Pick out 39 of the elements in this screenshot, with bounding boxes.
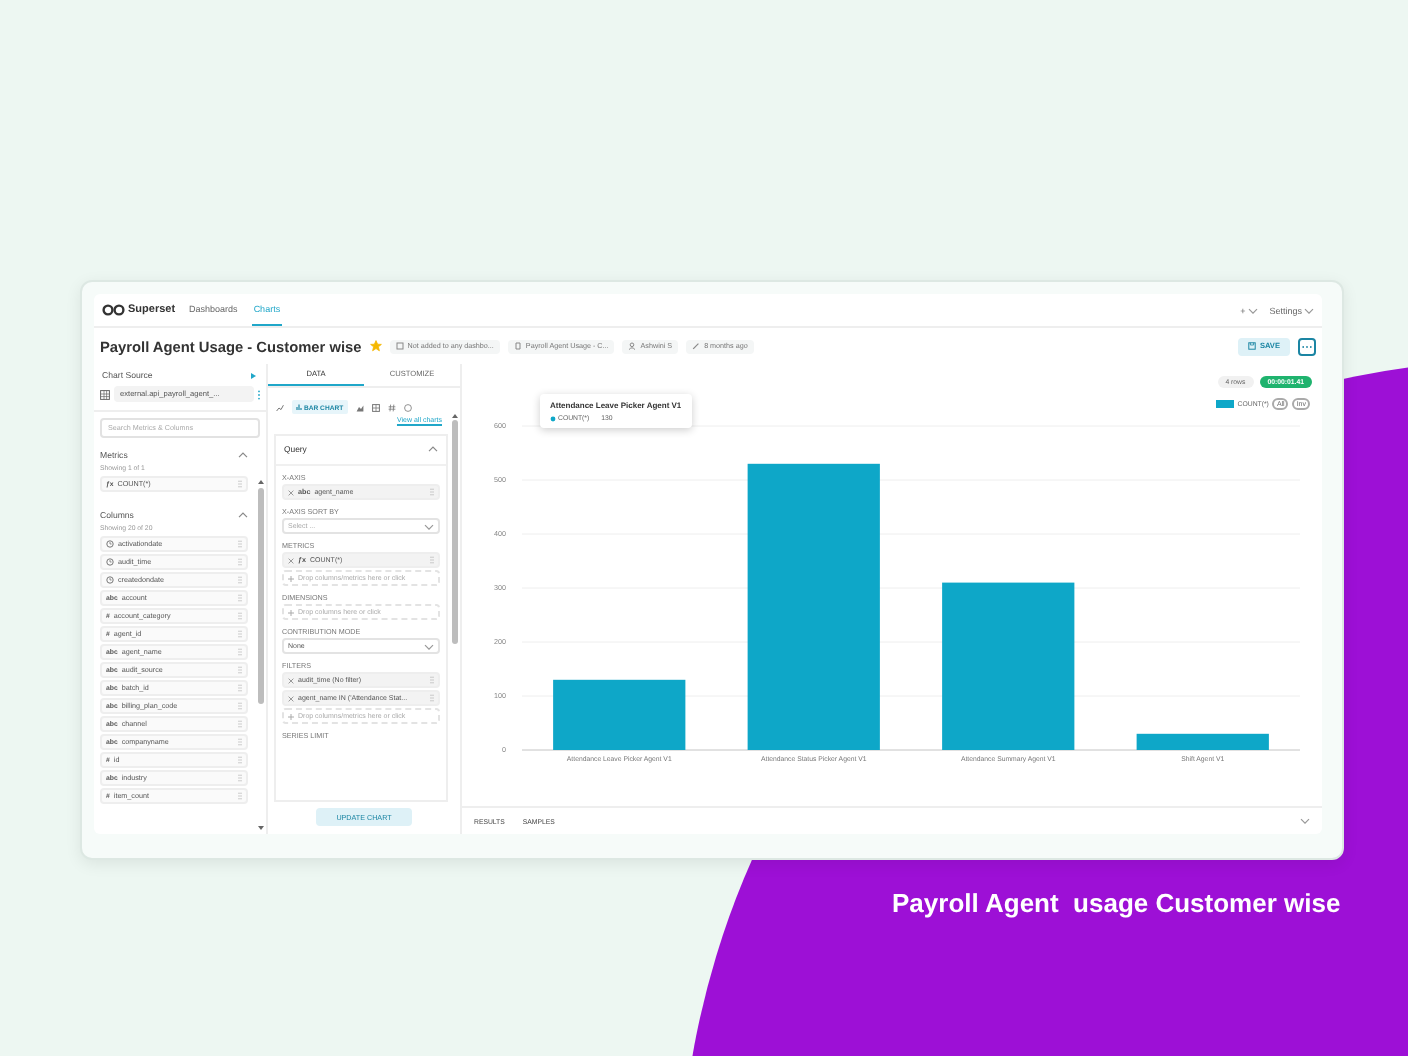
pencil-icon [692, 342, 701, 350]
caret-icon[interactable] [1304, 307, 1314, 313]
caret-icon[interactable] [1247, 307, 1258, 313]
area-chart-icon[interactable] [355, 403, 364, 411]
bar[interactable] [1136, 733, 1269, 750]
scrollbar[interactable] [258, 488, 264, 704]
line-chart-icon[interactable] [276, 403, 284, 411]
caret-icon[interactable] [424, 523, 434, 529]
scroll-up-icon[interactable] [258, 480, 264, 484]
caret-icon[interactable] [238, 512, 248, 518]
scroll-down-icon[interactable] [258, 826, 264, 830]
more-button[interactable] [1298, 337, 1316, 355]
bar[interactable] [553, 679, 686, 750]
remove-icon[interactable] [288, 695, 294, 701]
remove-icon[interactable] [288, 677, 294, 683]
clock-icon [106, 576, 114, 584]
caret-icon[interactable] [428, 446, 438, 452]
star-icon[interactable] [369, 340, 382, 352]
bar[interactable] [942, 582, 1075, 750]
logo-icon [102, 304, 126, 316]
bar[interactable] [747, 463, 880, 750]
remove-icon[interactable] [288, 557, 294, 563]
clock-icon [106, 540, 114, 548]
series-dot-icon [550, 415, 556, 421]
clock-icon [106, 558, 114, 566]
scrollbar[interactable] [452, 420, 458, 644]
caret-icon[interactable] [424, 643, 434, 649]
table-icon[interactable] [371, 403, 380, 411]
user-icon [628, 342, 637, 350]
collapse-icon[interactable] [250, 371, 258, 379]
save-icon [1247, 342, 1256, 350]
bar-chart-icon [296, 404, 302, 410]
document-icon [513, 342, 522, 350]
caret-icon[interactable] [238, 452, 248, 458]
remove-icon[interactable] [288, 489, 294, 495]
caption-text: Payroll Agent usage Customer wise [892, 888, 1341, 918]
caret-icon[interactable] [1300, 818, 1310, 824]
table-icon [100, 389, 110, 399]
number-icon[interactable] [387, 403, 396, 411]
